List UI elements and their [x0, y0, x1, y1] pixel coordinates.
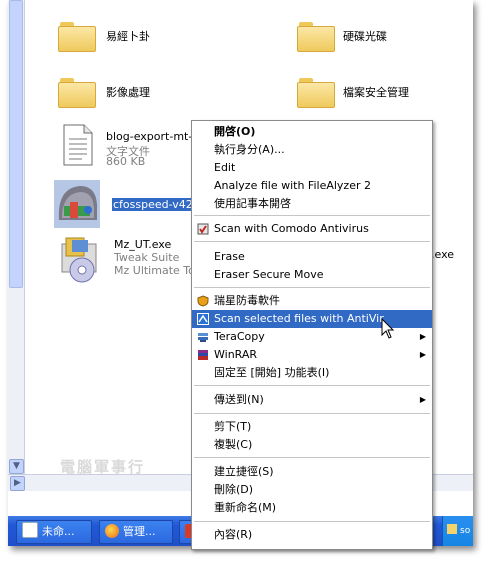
menu-item-rising-antivirus[interactable]: 瑞星防毒軟件 [192, 292, 432, 310]
file-name: 檔案安全管理 [343, 86, 409, 99]
taskbar-button[interactable]: 未命... [16, 520, 92, 544]
menu-item-antivir-scan[interactable]: Scan selected files with AntiVir [192, 310, 432, 328]
installer-icon [61, 237, 97, 283]
menu-separator [194, 215, 430, 216]
menu-separator [194, 413, 430, 414]
menu-item-edit[interactable]: Edit [192, 159, 432, 177]
menu-item-winrar[interactable]: WinRAR ▶ [192, 346, 432, 364]
menu-separator [194, 385, 430, 386]
text-document-icon [63, 124, 93, 166]
menu-separator [194, 241, 430, 242]
antivir-icon [197, 313, 209, 325]
file-name[interactable]: .exe [431, 248, 454, 261]
scroll-left-button[interactable]: ▶ [10, 476, 25, 491]
menu-item-teracopy[interactable]: TeraCopy ▶ [192, 328, 432, 346]
firefox-icon [105, 524, 119, 538]
taskbar-button-label: 未命... [42, 525, 75, 538]
folder-icon [447, 524, 457, 534]
context-menu: 開啓(O) 執行身分(A)... Edit Analyze file with … [191, 120, 433, 550]
menu-item-open-notepad[interactable]: 使用記事本開啓 [192, 195, 432, 213]
submenu-arrow-icon: ▶ [419, 350, 426, 359]
file-type: Tweak Suite [114, 251, 180, 264]
cfosspeed-app-icon [54, 180, 100, 228]
file-name: 影像處理 [106, 86, 150, 99]
vertical-scrollbar[interactable]: ▼ [8, 0, 25, 474]
folder-icon [58, 22, 96, 52]
rising-antivirus-icon [197, 295, 209, 307]
file-size: 860 KB [106, 155, 146, 168]
teracopy-icon [198, 333, 208, 342]
taskbar-button[interactable]: 管理... [99, 520, 173, 544]
system-tray[interactable]: so [442, 516, 473, 546]
comodo-icon [197, 223, 209, 235]
menu-item-properties[interactable]: 內容(R) [192, 526, 432, 544]
menu-item-rename[interactable]: 重新命名(M) [192, 499, 432, 517]
menu-item-open[interactable]: 開啓(O) [192, 123, 432, 141]
menu-item-erase[interactable]: Erase [192, 248, 432, 266]
document-icon [22, 522, 38, 538]
file-name: 硬碟光碟 [343, 30, 387, 43]
file-name: 易經卜卦 [106, 30, 150, 43]
taskbar-button-label: 管理... [123, 525, 156, 538]
scrollbar-thumb[interactable] [9, 0, 23, 288]
menu-item-run-as[interactable]: 執行身分(A)... [192, 141, 432, 159]
menu-item-pin-start[interactable]: 固定至 [開始] 功能表(I) [192, 364, 432, 382]
menu-item-send-to[interactable]: 傳送到(N) ▶ [192, 391, 432, 409]
menu-separator [194, 521, 430, 522]
menu-separator [194, 287, 430, 288]
submenu-arrow-icon: ▶ [419, 332, 426, 341]
menu-item-copy[interactable]: 複製(C) [192, 436, 432, 454]
winrar-icon [198, 350, 208, 360]
menu-item-filealyzer[interactable]: Analyze file with FileAlyzer 2 [192, 177, 432, 195]
mouse-cursor-icon [381, 318, 395, 339]
folder-icon [297, 78, 335, 108]
menu-separator [194, 457, 430, 458]
menu-item-cut[interactable]: 剪下(T) [192, 418, 432, 436]
menu-item-create-shortcut[interactable]: 建立捷徑(S) [192, 463, 432, 481]
menu-item-delete[interactable]: 刪除(D) [192, 481, 432, 499]
scroll-down-button[interactable]: ▼ [9, 459, 24, 474]
tray-label: so [460, 526, 471, 536]
submenu-arrow-icon: ▶ [419, 395, 426, 404]
menu-item-eraser-secure-move[interactable]: Eraser Secure Move [192, 266, 432, 284]
folder-icon [58, 78, 96, 108]
folder-icon [297, 22, 335, 52]
menu-item-comodo-scan[interactable]: Scan with Comodo Antivirus [192, 220, 432, 238]
file-name: Mz_UT.exe [114, 238, 172, 251]
